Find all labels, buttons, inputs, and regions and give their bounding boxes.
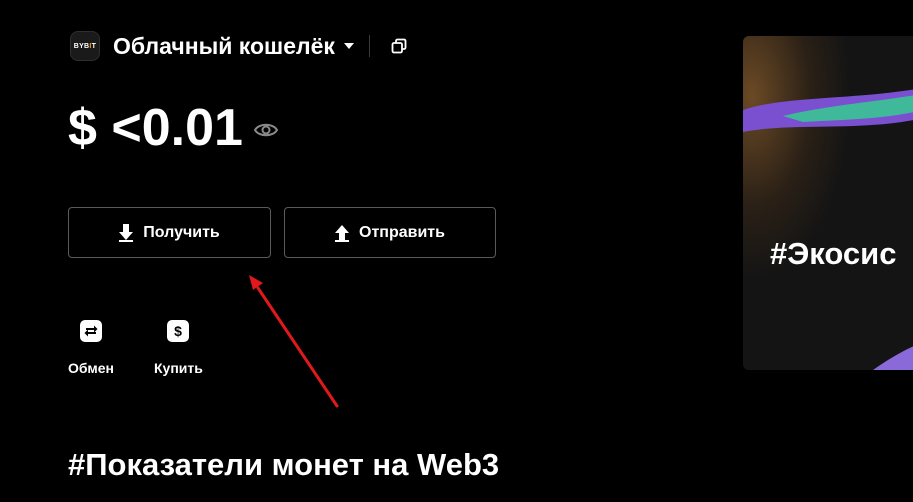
wallet-title[interactable]: Облачный кошелёк: [113, 33, 335, 60]
eye-icon[interactable]: [253, 120, 279, 140]
receive-button[interactable]: Получить: [68, 207, 271, 258]
exchange-label: Обмен: [68, 360, 114, 376]
wallet-header: BYB I T Облачный кошелёк: [70, 31, 408, 61]
buy-label: Купить: [154, 360, 203, 376]
send-button[interactable]: Отправить: [284, 207, 496, 258]
copy-icon[interactable]: [390, 37, 408, 55]
chevron-down-icon[interactable]: [343, 43, 354, 49]
promo-banner[interactable]: #Экосис: [743, 36, 913, 370]
send-icon: [335, 224, 350, 242]
exchange-action[interactable]: Обмен: [68, 320, 114, 376]
divider: [368, 35, 370, 57]
receive-label: Получить: [143, 223, 220, 241]
svg-text:$: $: [175, 323, 183, 339]
balance: $ <0.01: [68, 96, 279, 160]
banner-title: #Экосис: [770, 236, 897, 271]
section-title: #Показатели монет на Web3: [68, 447, 500, 482]
bybit-logo: BYB I T: [70, 31, 100, 61]
buy-action[interactable]: $ Купить: [154, 320, 203, 376]
swap-icon: [79, 320, 102, 342]
balance-value: $ <0.01: [68, 99, 243, 157]
dollar-icon: $: [167, 320, 190, 342]
wallet-page: BYB I T Облачный кошелёк $ <0.01 Получить: [0, 0, 913, 502]
banner-artwork: [743, 36, 913, 370]
receive-icon: [119, 223, 134, 242]
send-label: Отправить: [359, 223, 445, 241]
